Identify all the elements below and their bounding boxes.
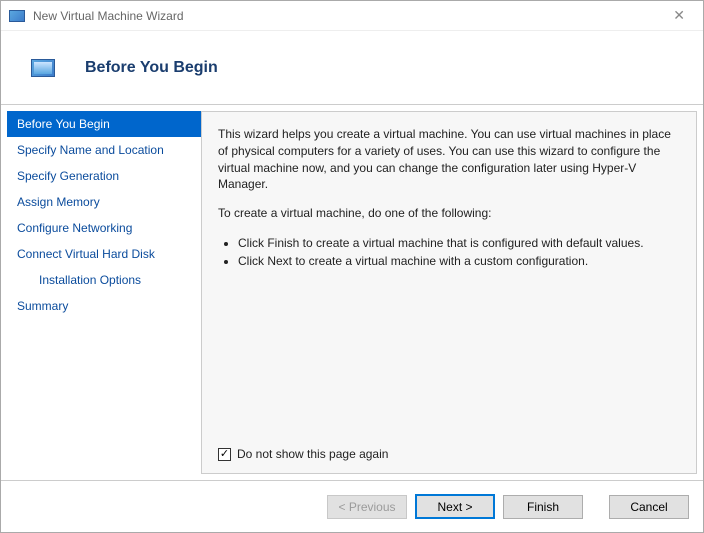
do-not-show-row[interactable]: Do not show this page again: [218, 447, 388, 461]
next-button[interactable]: Next >: [415, 494, 495, 519]
content-panel: This wizard helps you create a virtual m…: [201, 111, 697, 474]
wizard-body: Before You Begin Specify Name and Locati…: [1, 105, 703, 480]
titlebar: New Virtual Machine Wizard ✕: [1, 1, 703, 31]
window-title: New Virtual Machine Wizard: [33, 9, 663, 23]
step-installation-options[interactable]: Installation Options: [7, 267, 201, 293]
list-item: Click Finish to create a virtual machine…: [238, 234, 680, 252]
button-footer: < Previous Next > Finish Cancel: [1, 480, 703, 532]
step-assign-memory[interactable]: Assign Memory: [7, 189, 201, 215]
step-specify-generation[interactable]: Specify Generation: [7, 163, 201, 189]
page-title: Before You Begin: [85, 59, 218, 77]
instruction-list: Click Finish to create a virtual machine…: [238, 234, 680, 270]
step-configure-networking[interactable]: Configure Networking: [7, 215, 201, 241]
step-specify-name-location[interactable]: Specify Name and Location: [7, 137, 201, 163]
intro-text: This wizard helps you create a virtual m…: [218, 126, 680, 193]
close-icon[interactable]: ✕: [663, 3, 695, 28]
checkbox-icon[interactable]: [218, 448, 231, 461]
app-icon: [9, 10, 25, 22]
list-item: Click Next to create a virtual machine w…: [238, 252, 680, 270]
instruction-text: To create a virtual machine, do one of t…: [218, 205, 680, 222]
wizard-header: Before You Begin: [1, 31, 703, 105]
previous-button: < Previous: [327, 495, 407, 519]
checkbox-label: Do not show this page again: [237, 447, 388, 461]
finish-button[interactable]: Finish: [503, 495, 583, 519]
step-summary[interactable]: Summary: [7, 293, 201, 319]
cancel-button[interactable]: Cancel: [609, 495, 689, 519]
step-before-you-begin[interactable]: Before You Begin: [7, 111, 201, 137]
wizard-window: New Virtual Machine Wizard ✕ Before You …: [0, 0, 704, 533]
wizard-icon: [31, 59, 55, 77]
step-connect-vhd[interactable]: Connect Virtual Hard Disk: [7, 241, 201, 267]
step-sidebar: Before You Begin Specify Name and Locati…: [7, 111, 201, 474]
